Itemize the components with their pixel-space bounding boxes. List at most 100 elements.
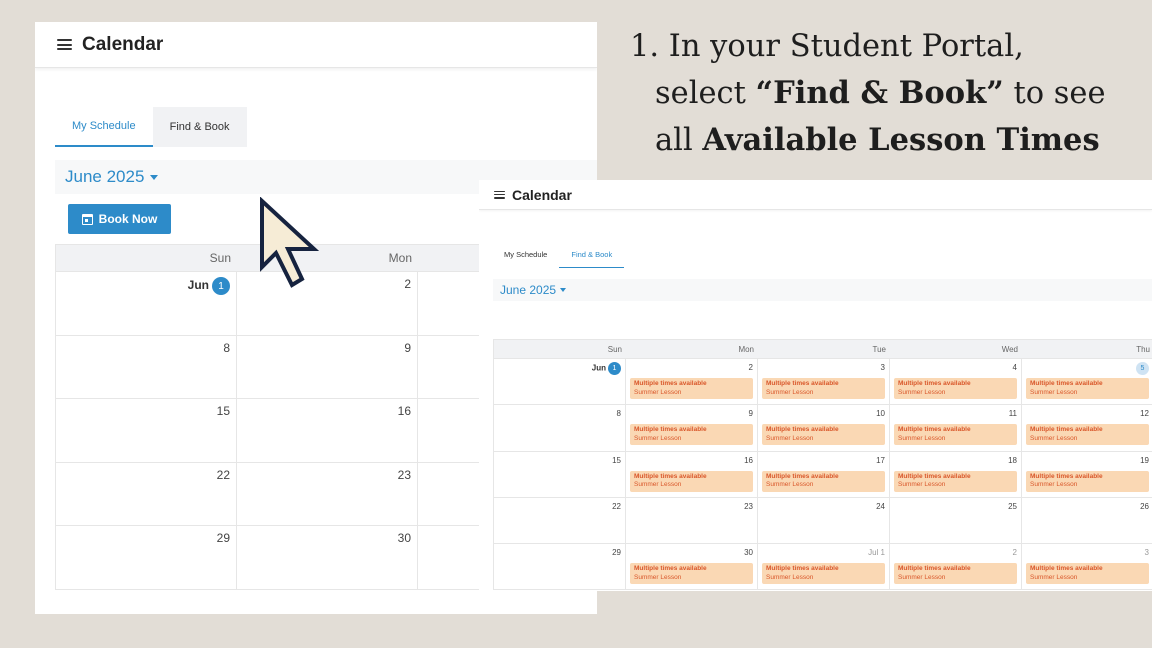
book-now-button[interactable]: Book Now — [68, 204, 171, 234]
tab-find-and-book[interactable]: Find & Book — [559, 241, 625, 268]
event-title: Multiple times available — [634, 472, 707, 480]
day-cell[interactable]: 18 Multiple times available Summer Lesson — [890, 451, 1022, 497]
event-title: Multiple times available — [634, 565, 707, 573]
week-row: 22 23 24 25 26 — [494, 497, 1152, 545]
tab-my-schedule[interactable]: My Schedule — [55, 107, 153, 147]
day-number: 23 — [626, 501, 753, 513]
event-title: Multiple times available — [766, 380, 839, 387]
event-subtitle: Summer Lesson — [1030, 573, 1078, 581]
day-cell[interactable]: 22 — [494, 497, 626, 544]
event-subtitle: Summer Lesson — [766, 573, 814, 581]
lesson-event[interactable]: Multiple times available Summer Lesson — [1026, 378, 1149, 399]
lesson-event[interactable]: Multiple times available Summer Lesson — [630, 424, 753, 446]
day-label: 26 — [1140, 501, 1149, 511]
lesson-event[interactable]: Multiple times available Summer Lesson — [630, 378, 753, 399]
day-cell[interactable]: 25 — [890, 497, 1022, 544]
hamburger-menu-icon[interactable] — [57, 39, 72, 50]
day-cell[interactable]: 2 Multiple times available Summer Lesson — [626, 359, 758, 405]
day-cell[interactable]: 17 Multiple times available Summer Lesson — [758, 451, 890, 497]
day-cell[interactable]: 16 Multiple times available Summer Lesson — [626, 451, 758, 497]
day-label: 19 — [1140, 455, 1149, 465]
month-selector[interactable]: June 2025 — [493, 279, 1152, 301]
event-title: Multiple times available — [898, 426, 971, 434]
day-cell[interactable]: Jun 1 — [56, 272, 237, 335]
day-cell[interactable]: 8 — [494, 405, 626, 451]
event-title: Multiple times available — [1030, 380, 1103, 387]
day-cell[interactable]: 24 — [758, 497, 890, 544]
lesson-event[interactable]: Multiple times available Summer Lesson — [762, 424, 885, 446]
lesson-event[interactable]: Multiple times available Summer Lesson — [1026, 470, 1149, 492]
weekday-label: Sun — [209, 251, 231, 265]
lesson-event[interactable]: Multiple times available Summer Lesson — [762, 563, 885, 585]
day-cell[interactable]: Jun 1 — [494, 359, 626, 405]
day-label: 29 — [612, 548, 621, 558]
day-label: 16 — [744, 455, 753, 465]
day-number: 23 — [397, 467, 411, 482]
page-title: Calendar — [82, 33, 164, 55]
day-number: 24 — [758, 501, 885, 513]
day-cell[interactable]: Jul 1 Multiple times available Summer Less… — [758, 544, 890, 590]
day-cell[interactable]: 19 Multiple times available Summer Lesson — [1022, 452, 1152, 497]
day-label: 22 — [612, 501, 621, 511]
event-subtitle: Summer Lesson — [634, 388, 682, 396]
day-label: 23 — [744, 501, 753, 511]
day-number: Jun — [187, 278, 209, 293]
lesson-event[interactable]: Multiple times available Summer Lesson — [1026, 563, 1149, 585]
lesson-event[interactable]: Multiple times available Summer Lesson — [894, 563, 1017, 585]
event-subtitle: Summer Lesson — [634, 481, 682, 489]
day-cell[interactable]: 23 — [237, 462, 418, 525]
day-label: 3 — [880, 363, 885, 372]
day-label: 9 — [748, 409, 753, 419]
event-subtitle: Summer Lesson — [1030, 481, 1078, 489]
calendar-grid: Sun Mon Tue Wed Thu Jun 1 2 Multiple times avail… — [493, 339, 1152, 591]
day-cell[interactable]: 15 — [56, 399, 237, 462]
lesson-event[interactable]: Multiple times available Summer Lesson — [762, 470, 885, 492]
day-cell[interactable]: 3 Multiple times available Summer Lesson — [1022, 544, 1152, 589]
day-cell[interactable]: 10 Multiple times available Summer Lesson — [758, 405, 890, 451]
day-cell[interactable]: 23 — [626, 497, 758, 544]
week-row: 8 9 Multiple times available Summer Lesson 1… — [494, 405, 1152, 452]
event-subtitle: Summer Lesson — [898, 388, 946, 396]
weekday-label: Thu — [1136, 345, 1150, 354]
day-cell[interactable]: 8 — [56, 335, 237, 398]
lesson-event[interactable]: Multiple times available Summer Lesson — [630, 470, 753, 492]
day-label: 11 — [1008, 409, 1017, 419]
event-title: Multiple times available — [766, 565, 839, 573]
day-cell[interactable]: 4 Multiple times available Summer Lesson — [890, 359, 1022, 405]
day-cell[interactable]: 16 — [237, 399, 418, 462]
day-label: 17 — [876, 455, 885, 465]
day-cell[interactable]: 22 — [56, 462, 237, 525]
day-cell[interactable]: 3 Multiple times available Summer Lesson — [758, 359, 890, 405]
day-cell[interactable]: 26 — [1022, 498, 1152, 543]
lesson-event[interactable]: Multiple times available Summer Lesson — [762, 378, 885, 399]
hamburger-menu-icon[interactable] — [494, 190, 505, 199]
weekday-label: Tue — [872, 345, 887, 354]
event-title: Multiple times available — [898, 565, 971, 573]
lesson-event[interactable]: Multiple times available Summer Lesson — [894, 424, 1017, 446]
tab-my-schedule[interactable]: My Schedule — [496, 241, 555, 268]
day-cell[interactable]: 29 — [56, 526, 237, 589]
lesson-event[interactable]: Multiple times available Summer Lesson — [1026, 424, 1149, 446]
event-subtitle: Summer Lesson — [634, 573, 682, 581]
day-cell[interactable]: 5 Multiple times available Summer Lesson — [1022, 359, 1152, 404]
day-label: 30 — [744, 548, 753, 558]
day-cell[interactable]: 30 Multiple times available Summer Lesson — [626, 544, 758, 590]
tab-find-and-book[interactable]: Find & Book — [152, 107, 247, 147]
lesson-event[interactable]: Multiple times available Summer Lesson — [630, 563, 753, 585]
day-cell[interactable]: 29 — [494, 544, 626, 590]
day-label: 3 — [1144, 548, 1149, 558]
day-cell[interactable]: 9 Multiple times available Summer Lesson — [626, 405, 758, 451]
lesson-event[interactable]: Multiple times available Summer Lesson — [894, 470, 1017, 492]
day-cell[interactable]: 30 — [237, 526, 418, 589]
event-title: Multiple times available — [1030, 472, 1103, 480]
day-number: 29 — [216, 531, 230, 545]
day-cell[interactable]: 2 Multiple times available Summer Lesson — [890, 544, 1022, 590]
day-cell[interactable]: 11 Multiple times available Summer Lesson — [890, 405, 1022, 451]
event-title: Multiple times available — [634, 380, 707, 387]
day-cell[interactable]: 9 — [237, 335, 418, 398]
day-cell[interactable]: 12 Multiple times available Summer Lesson — [1022, 405, 1152, 450]
lesson-event[interactable]: Multiple times available Summer Lesson — [894, 378, 1017, 399]
day-cell[interactable]: 15 — [494, 451, 626, 497]
day-number: 3 — [758, 362, 885, 374]
day-number: Jun 1 — [494, 362, 621, 375]
